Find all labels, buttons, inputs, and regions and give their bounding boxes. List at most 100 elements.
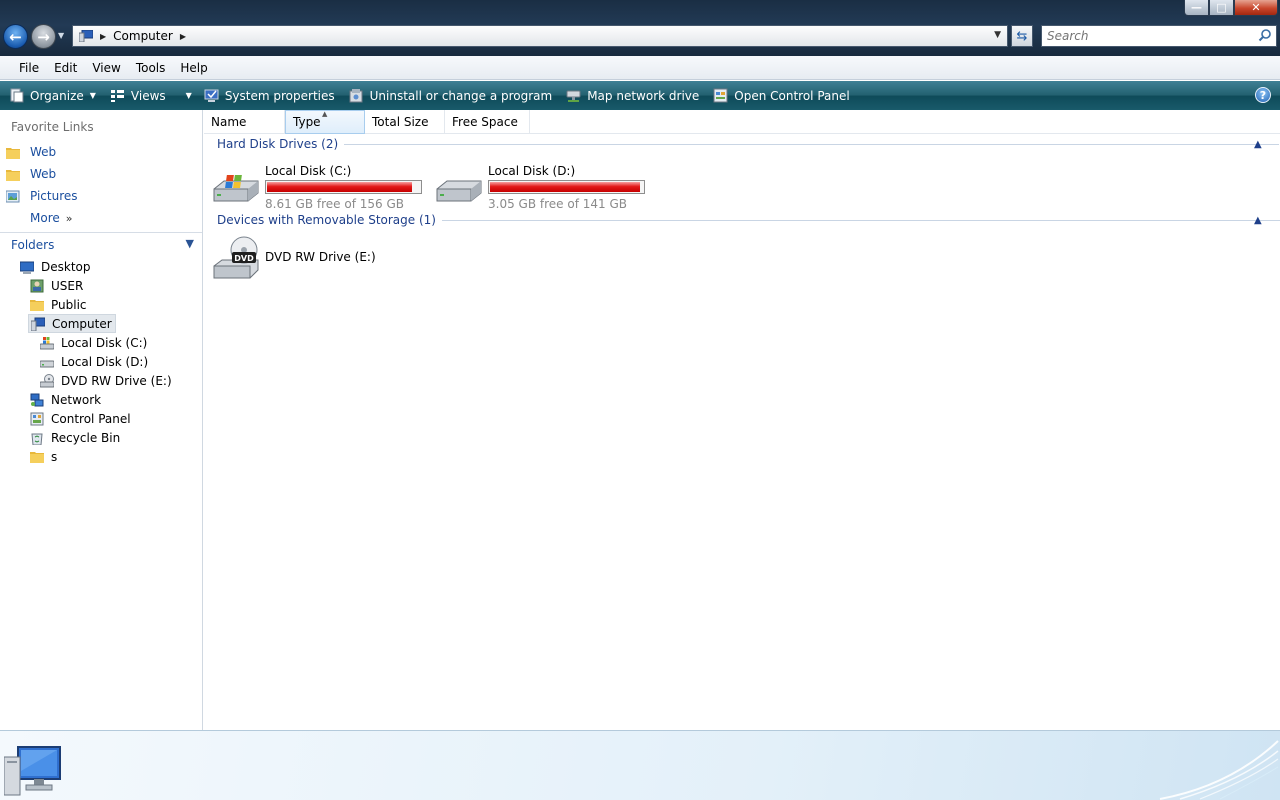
drive-local-disk-c[interactable]: Local Disk (C:) 8.61 GB free of 156 GB xyxy=(212,164,422,211)
dvd-drive-icon: DVD xyxy=(212,236,260,282)
menu-help[interactable]: Help xyxy=(180,61,207,75)
favorite-links-title: Favorite Links xyxy=(11,120,94,134)
favorite-link-web-2[interactable]: Web xyxy=(6,167,56,181)
favorite-link-pictures[interactable]: Pictures xyxy=(5,189,78,203)
tree-item-dvd-drive[interactable]: DVD RW Drive (E:) xyxy=(39,371,172,390)
tree-item-public[interactable]: Public xyxy=(30,295,87,314)
collapse-group-icon[interactable]: ▲ xyxy=(1254,215,1262,226)
search-input[interactable] xyxy=(1042,26,1242,46)
address-dropdown-icon[interactable]: ▼ xyxy=(994,30,1001,40)
drive-local-disk-d[interactable]: Local Disk (D:) 3.05 GB free of 141 GB xyxy=(435,164,645,211)
more-links-button[interactable]: More » xyxy=(30,211,72,225)
uninstall-program-button[interactable]: Uninstall or change a program xyxy=(349,88,552,103)
sort-ascending-icon: ▲ xyxy=(322,110,328,118)
navigation-pane: Favorite Links Web Web Pictures More » F… xyxy=(0,110,203,730)
folder-icon xyxy=(30,450,44,464)
column-label: Name xyxy=(211,115,247,129)
favorite-link-label: Web xyxy=(30,145,57,159)
search-box[interactable] xyxy=(1041,25,1277,47)
tree-label: Public xyxy=(51,297,87,312)
refresh-button[interactable]: ⇆ xyxy=(1011,25,1033,47)
views-dropdown-icon: ▼ xyxy=(185,91,192,100)
open-control-panel-button[interactable]: Open Control Panel xyxy=(713,88,850,103)
column-header-total-size[interactable]: Total Size xyxy=(365,110,445,134)
drive-dvd-rw[interactable]: DVD DVD RW Drive (E:) xyxy=(212,236,376,282)
tree-item-desktop[interactable]: Desktop xyxy=(19,257,91,276)
column-header-name[interactable]: Name xyxy=(204,110,285,134)
menu-tools[interactable]: Tools xyxy=(136,61,166,75)
control-panel-icon xyxy=(713,88,728,103)
breadcrumb-chevron-icon[interactable]: ▶ xyxy=(180,32,186,41)
drive-usage-fill xyxy=(267,182,412,192)
menu-bar: File Edit View Tools Help xyxy=(0,56,1280,80)
forward-button[interactable]: → xyxy=(31,24,56,49)
column-label: Free Space xyxy=(452,115,518,129)
tree-label: Local Disk (D:) xyxy=(61,354,149,369)
tree-item-control-panel[interactable]: Control Panel xyxy=(30,409,131,428)
title-bar: ← → ▼ ▶ Computer ▶ ▼ ⇆ — □ ✕ xyxy=(0,0,1280,56)
tree-item-local-disk-d[interactable]: Local Disk (D:) xyxy=(39,352,149,371)
system-drive-icon xyxy=(212,167,260,207)
network-icon xyxy=(30,393,44,407)
organize-button[interactable]: Organize ▼ xyxy=(9,88,96,103)
organize-dropdown-icon: ▼ xyxy=(89,91,96,100)
uninstall-icon xyxy=(349,89,363,103)
system-properties-button[interactable]: System properties xyxy=(204,88,335,103)
group-hard-disk-drives[interactable]: Hard Disk Drives (2) xyxy=(217,137,1280,151)
back-arrow-icon: ← xyxy=(9,27,22,46)
system-properties-label: System properties xyxy=(224,88,335,103)
column-header-type[interactable]: ▲ Type xyxy=(285,110,365,134)
double-chevron-icon: » xyxy=(65,211,73,225)
group-removable-storage[interactable]: Devices with Removable Storage (1) xyxy=(217,213,1280,227)
folders-title: Folders xyxy=(11,237,55,252)
breadcrumb-computer[interactable]: Computer xyxy=(113,29,173,43)
tree-item-local-disk-c[interactable]: Local Disk (C:) xyxy=(39,333,147,352)
menu-view[interactable]: View xyxy=(92,61,120,75)
system-drive-icon xyxy=(39,336,55,350)
help-icon[interactable]: ? xyxy=(1255,87,1271,103)
tree-label: Recycle Bin xyxy=(51,430,121,445)
network-drive-icon xyxy=(566,90,581,102)
more-label: More xyxy=(30,211,60,225)
recent-pages-dropdown[interactable]: ▼ xyxy=(58,31,67,41)
organize-icon xyxy=(10,88,24,103)
maximize-button[interactable]: □ xyxy=(1209,0,1234,16)
favorite-link-label: Pictures xyxy=(30,189,78,203)
dvd-drive-icon xyxy=(39,373,55,388)
column-header-free-space[interactable]: Free Space xyxy=(445,110,530,134)
group-divider xyxy=(344,143,1280,145)
views-button[interactable]: Views ▼ xyxy=(110,88,192,103)
tree-item-computer[interactable]: Computer xyxy=(28,314,116,333)
tree-item-network[interactable]: Network xyxy=(30,390,101,409)
menu-file[interactable]: File xyxy=(19,61,39,75)
drive-free-space: 8.61 GB free of 156 GB xyxy=(265,197,404,211)
favorite-link-web[interactable]: Web xyxy=(6,145,56,159)
tree-item-user[interactable]: USER xyxy=(30,276,83,295)
drive-name: DVD RW Drive (E:) xyxy=(265,250,376,264)
group-divider xyxy=(441,219,1280,221)
search-icon[interactable] xyxy=(1258,28,1272,42)
computer-icon xyxy=(30,317,46,331)
breadcrumb-separator-icon[interactable]: ▶ xyxy=(100,32,106,41)
menu-edit[interactable]: Edit xyxy=(54,61,77,75)
folder-icon xyxy=(6,168,20,181)
minimize-button[interactable]: — xyxy=(1184,0,1209,16)
content-pane: Name ▲ Type Total Size Free Space Hard D… xyxy=(204,110,1280,730)
folders-header[interactable]: Folders ▼ xyxy=(0,232,202,256)
column-label: Type xyxy=(293,115,321,129)
refresh-icon: ⇆ xyxy=(1016,28,1028,44)
back-button[interactable]: ← xyxy=(3,24,28,49)
tree-item-recycle-bin[interactable]: Recycle Bin xyxy=(30,428,120,447)
map-network-drive-label: Map network drive xyxy=(587,88,700,103)
group-title: Hard Disk Drives (2) xyxy=(217,137,339,151)
address-bar[interactable]: ▶ Computer ▶ ▼ xyxy=(72,25,1008,47)
tree-label: Control Panel xyxy=(51,411,131,426)
forward-arrow-icon: → xyxy=(37,27,50,46)
map-network-drive-button[interactable]: Map network drive xyxy=(566,88,699,103)
dvd-badge: DVD xyxy=(234,254,254,263)
close-button[interactable]: ✕ xyxy=(1234,0,1278,16)
chevron-down-icon[interactable]: ▼ xyxy=(186,237,194,250)
hard-drive-icon xyxy=(435,167,483,207)
tree-item-s[interactable]: s xyxy=(30,447,57,466)
collapse-group-icon[interactable]: ▲ xyxy=(1254,139,1262,150)
